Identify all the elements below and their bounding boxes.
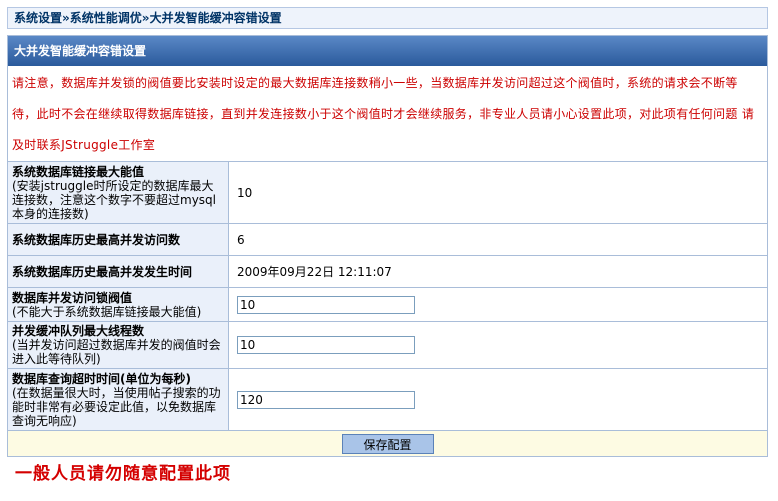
table-row: 系统数据库历史最高并发访问数 6 — [8, 223, 767, 256]
table-row: 数据库并发访问锁阀值 (不能大于系统数据库链接最大能值) — [8, 287, 767, 322]
row-label-cell: 系统数据库历史最高并发发生时间 — [8, 255, 229, 288]
warning-text: 一般人员请勿随意配置此项 — [15, 464, 231, 484]
config-table: 系统数据库链接最大能值 (安装jstruggle时所设定的数据库最大连接数，注意… — [8, 161, 767, 456]
breadcrumb: 系统设置»系统性能调优»大并发智能缓冲容错设置 — [7, 7, 768, 29]
max-db-connections-label: 系统数据库链接最大能值 — [12, 164, 145, 179]
breadcrumb-system-settings[interactable]: 系统设置 — [14, 11, 62, 25]
notice-text: 请注意，数据库并发锁的阀值要比安装时设定的最大数据库连接数稍小一些，当数据库并发… — [12, 76, 755, 152]
panel-title: 大并发智能缓冲容错设置 — [8, 36, 767, 66]
peak-concurrent-value: 6 — [228, 223, 767, 256]
table-row: 系统数据库链接最大能值 (安装jstruggle时所设定的数据库最大连接数，注意… — [8, 161, 767, 224]
lock-threshold-hint: (不能大于系统数据库链接最大能值) — [12, 304, 202, 319]
lock-threshold-input[interactable] — [237, 295, 415, 314]
row-value-cell — [228, 368, 767, 431]
breadcrumb-performance-tuning[interactable]: 系统性能调优 — [70, 11, 142, 25]
row-label-cell: 并发缓冲队列最大线程数 (当并发访问超过数据库并发的阀值时会进入此等待队列) — [8, 321, 229, 369]
save-config-button[interactable]: 保存配置 — [341, 433, 434, 454]
row-label-cell: 数据库并发访问锁阀值 (不能大于系统数据库链接最大能值) — [8, 287, 229, 322]
breadcrumb-separator: » — [62, 11, 70, 25]
query-timeout-label: 数据库查询超时时间(单位为每秒) — [12, 371, 191, 386]
table-row: 系统数据库历史最高并发发生时间 2009年09月22日 12:11:07 — [8, 255, 767, 288]
row-label-cell: 数据库查询超时时间(单位为每秒) (在数据量很大时，当使用帖子搜索的功能时非常有… — [8, 368, 229, 431]
config-panel: 大并发智能缓冲容错设置 请注意，数据库并发锁的阀值要比安装时设定的最大数据库连接… — [7, 35, 768, 457]
breadcrumb-current-page: 大并发智能缓冲容错设置 — [149, 11, 282, 25]
queue-threads-hint: (当并发访问超过数据库并发的阀值时会进入此等待队列) — [12, 338, 221, 366]
peak-concurrent-label: 系统数据库历史最高并发访问数 — [12, 232, 181, 247]
save-cell: 保存配置 — [8, 430, 767, 456]
table-row: 并发缓冲队列最大线程数 (当并发访问超过数据库并发的阀值时会进入此等待队列) — [8, 321, 767, 369]
query-timeout-hint: (在数据量很大时，当使用帖子搜索的功能时非常有必要设定此值，以免数据库查询无响应… — [12, 385, 221, 428]
max-db-connections-value: 10 — [228, 161, 767, 224]
queue-threads-input[interactable] — [237, 336, 415, 354]
query-timeout-input[interactable] — [237, 390, 415, 409]
row-value-cell — [228, 321, 767, 369]
lock-threshold-label: 数据库并发访问锁阀值 — [12, 290, 133, 305]
row-label-cell: 系统数据库链接最大能值 (安装jstruggle时所设定的数据库最大连接数，注意… — [8, 161, 229, 224]
breadcrumb-separator: » — [141, 11, 150, 25]
row-label-cell: 系统数据库历史最高并发访问数 — [8, 223, 229, 256]
peak-time-label: 系统数据库历史最高并发发生时间 — [12, 264, 193, 279]
table-row: 数据库查询超时时间(单位为每秒) (在数据量很大时，当使用帖子搜索的功能时非常有… — [8, 368, 767, 431]
table-row: 保存配置 — [8, 430, 767, 456]
peak-time-value: 2009年09月22日 12:11:07 — [228, 255, 767, 288]
max-db-connections-hint: (安装jstruggle时所设定的数据库最大连接数，注意这个数字不要超过mysq… — [12, 178, 216, 221]
queue-threads-label: 并发缓冲队列最大线程数 — [12, 324, 145, 338]
row-value-cell — [228, 287, 767, 322]
